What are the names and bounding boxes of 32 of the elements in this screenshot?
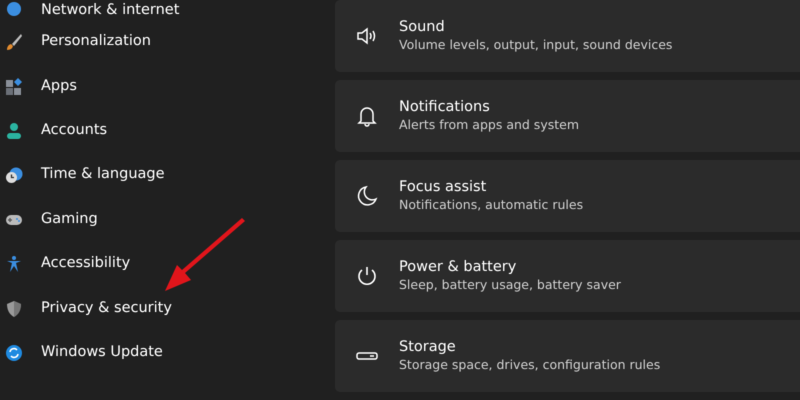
settings-card[interactable]: Notifications Alerts from apps and system — [335, 80, 800, 152]
person-icon — [5, 122, 23, 140]
shield-icon — [5, 300, 23, 318]
moon-icon — [355, 184, 379, 208]
sidebar-item[interactable]: Network & internet — [41, 0, 180, 22]
sidebar-item[interactable]: Privacy & security — [41, 298, 172, 320]
card-title: Power & battery — [399, 258, 518, 278]
sidebar-item[interactable]: Accounts — [41, 120, 108, 142]
settings-card[interactable]: Focus assist Notifications, automatic rules — [335, 160, 800, 232]
sidebar-item[interactable]: Gaming — [41, 208, 98, 231]
brush-icon — [5, 33, 23, 52]
card-title: Sound — [399, 18, 446, 38]
card-description: Notifications, automatic rules — [399, 197, 584, 214]
sidebar-item[interactable]: Apps — [41, 76, 77, 98]
card-description: Sleep, battery usage, battery saver — [399, 277, 621, 294]
accessibility-icon — [5, 255, 23, 274]
card-description: Storage space, drives, configuration rules — [399, 357, 660, 374]
card-description: Volume levels, output, input, sound devices — [399, 37, 672, 54]
settings-card[interactable]: Sound Volume levels, output, input, sound devices — [335, 0, 800, 72]
refresh-icon — [5, 344, 23, 362]
power-icon — [355, 264, 379, 288]
card-title: Notifications — [399, 98, 491, 118]
sidebar-item[interactable]: Accessibility — [41, 253, 130, 276]
apps-icon — [5, 78, 23, 96]
settings-card[interactable]: Power & battery Sleep, battery usage, battery saver — [335, 240, 800, 312]
sidebar-item[interactable]: Windows Update — [41, 342, 163, 364]
sidebar-item[interactable]: Personalization — [41, 31, 151, 54]
card-title: Storage — [399, 338, 457, 358]
card-title: Focus assist — [399, 178, 488, 198]
sidebar-item[interactable]: Time & language — [41, 164, 165, 186]
settings-card[interactable]: Storage Storage space, drives, configuration rules — [335, 320, 800, 392]
card-description: Alerts from apps and system — [399, 117, 579, 134]
